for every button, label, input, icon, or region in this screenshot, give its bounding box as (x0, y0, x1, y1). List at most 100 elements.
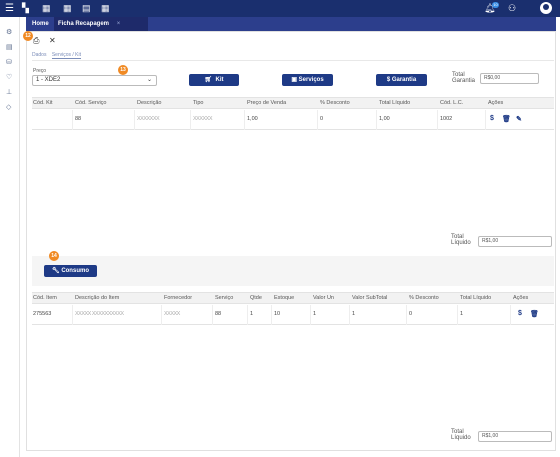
column-header: Estoque (274, 295, 295, 301)
column-header: Cód. Kit (33, 100, 53, 106)
table-row[interactable]: 88 XXXXXXX XXXXXX 1,00 0 1,00 1002 $ 🗑︎ … (32, 110, 554, 130)
cart-icon: 🛒︎ (204, 77, 213, 83)
marker-badge: 13 (118, 65, 128, 75)
tab-home[interactable]: Home (28, 17, 53, 31)
servicos-button[interactable]: ▣ Serviços (282, 74, 333, 86)
table-cell: 1 (250, 311, 254, 317)
table-cell: 88 (215, 311, 222, 317)
garantia-button[interactable]: $ Garantia (376, 74, 427, 86)
preco-select[interactable]: 1 - XDE2 ⌄ (32, 75, 157, 86)
table-cell: 1002 (440, 116, 453, 122)
dollar-icon[interactable]: $ (518, 310, 522, 317)
calendar-icon[interactable]: ▦ (63, 3, 72, 14)
preco-label: Preço (33, 68, 47, 74)
preco-value: 1 - XDE2 (36, 77, 61, 83)
consumo-button[interactable]: 🔧︎ Consumo (44, 265, 97, 277)
column-header: Fornecedor (164, 295, 193, 301)
settings-icon[interactable]: ⚙ (6, 28, 12, 36)
table-cell: XXXXXXX (137, 116, 160, 122)
column-header: Tipo (193, 100, 204, 106)
calendar-icon[interactable]: ▦ (101, 3, 110, 14)
close-icon[interactable]: ✕ (49, 36, 56, 45)
consumo-section (32, 256, 554, 286)
wrench-icon: 🔧︎ (52, 268, 60, 274)
column-header: Cód. L.C. (440, 100, 464, 106)
content-frame (26, 31, 556, 451)
column-header: Valor SubTotal (352, 295, 388, 301)
table-row[interactable]: 275563 XXXXX XXXXXXXXXX XXXXX 88 1 10 1 … (32, 305, 554, 325)
tag-icon[interactable]: ◇ (6, 103, 11, 111)
notification-count-badge: 10 (492, 2, 499, 8)
column-header: Total Líquido (460, 295, 492, 301)
total-liquido-field[interactable]: R$1,00 (478, 431, 552, 442)
column-header: Descrição (137, 100, 162, 106)
column-header: Ações (513, 295, 529, 301)
trash-icon[interactable]: 🗑︎ (502, 115, 511, 123)
column-header: % Desconto (320, 100, 350, 106)
service-icon: ▣ (291, 77, 297, 83)
chevron-down-icon: ⌄ (146, 77, 152, 83)
subtab-servicos-kit[interactable]: Serviços / Kit (51, 52, 82, 59)
marker-badge: 12 (23, 31, 33, 41)
garantia-label: Garantia (391, 77, 417, 83)
servicos-label: Serviços (298, 77, 324, 83)
column-header: Cód. Serviço (75, 100, 107, 106)
table-cell: 0 (409, 311, 413, 317)
user-add-icon[interactable]: ⚇ (508, 3, 516, 14)
trash-icon[interactable]: 🗑︎ (530, 310, 539, 318)
table-cell: 1,00 (247, 116, 258, 122)
sidebar: ⚙ ▤ ⛁ ♡ ⊥ ◇ (0, 17, 20, 457)
shield-icon[interactable]: ♡ (6, 73, 12, 81)
kit-label: Kit (215, 77, 224, 83)
tabs-bar: Home Ficha Recapagem × (26, 17, 556, 31)
top-navbar: ☰ ▚ ▦ ▦ ▤ ▦ 🔔︎ 10 ⚇ (0, 0, 560, 17)
kit-button[interactable]: 🛒︎ Kit (189, 74, 239, 86)
table-cell: 0 (320, 116, 324, 122)
column-header: Descrição do Item (75, 295, 120, 301)
dollar-icon: $ (386, 77, 391, 83)
close-icon[interactable]: × (117, 21, 121, 27)
total-garantia-field[interactable]: R$0,00 (480, 73, 539, 84)
database-icon[interactable]: ⛁ (6, 58, 12, 66)
subtabs: Dados Serviços / Kit (32, 52, 85, 59)
chart-icon[interactable]: ⊥ (6, 88, 12, 96)
marker-badge: 14 (49, 251, 59, 261)
consumo-label: Consumo (61, 268, 89, 274)
divider (32, 60, 554, 61)
table-cell: XXXXXX (193, 116, 213, 122)
column-header: Cód. Item (33, 295, 57, 301)
tab-ficha-recapagem[interactable]: Ficha Recapagem × (54, 17, 148, 31)
print-icon[interactable]: ⎙ (33, 36, 39, 46)
total-liquido-label: Total Líquido (451, 429, 471, 441)
table-cell: 1 (460, 311, 464, 317)
subtab-dados[interactable]: Dados (32, 52, 46, 58)
total-liquido-label: Total Líquido (451, 234, 471, 246)
table-cell: 275563 (33, 311, 52, 317)
total-garantia-label: Total Garantia (452, 72, 476, 84)
total-liquido-field[interactable]: R$1,00 (478, 236, 552, 247)
column-header: Qtde (250, 295, 262, 301)
table-cell: 1 (313, 311, 317, 317)
table-cell: 1,00 (379, 116, 390, 122)
logo-icon[interactable]: ▚ (22, 3, 29, 14)
dollar-icon[interactable]: $ (490, 115, 494, 122)
table-cell: XXXXX (164, 311, 180, 317)
hamburger-icon[interactable]: ☰ (5, 3, 14, 14)
table-header: Cód. Kit Cód. Serviço Descrição Tipo Pre… (32, 97, 554, 109)
column-header: Serviço (215, 295, 234, 301)
column-header: % Desconto (409, 295, 439, 301)
print-icon[interactable]: ▤ (82, 3, 91, 14)
edit-icon[interactable]: ✎ (516, 115, 522, 123)
table-cell: 1 (352, 311, 356, 317)
calendar-icon[interactable]: ▦ (42, 3, 51, 14)
column-header: Valor Un (313, 295, 334, 301)
table-header: Cód. Item Descrição do Item Fornecedor S… (32, 292, 554, 304)
table-cell: 88 (75, 116, 82, 122)
table-cell: 10 (274, 311, 281, 317)
document-icon[interactable]: ▤ (6, 43, 13, 51)
table-cell: XXXXX XXXXXXXXXX (75, 311, 124, 317)
column-header: Total Líquido (379, 100, 411, 106)
tab-label: Ficha Recapagem (58, 21, 110, 27)
avatar-icon[interactable] (540, 2, 552, 14)
column-header: Preço de Venda (247, 100, 287, 106)
